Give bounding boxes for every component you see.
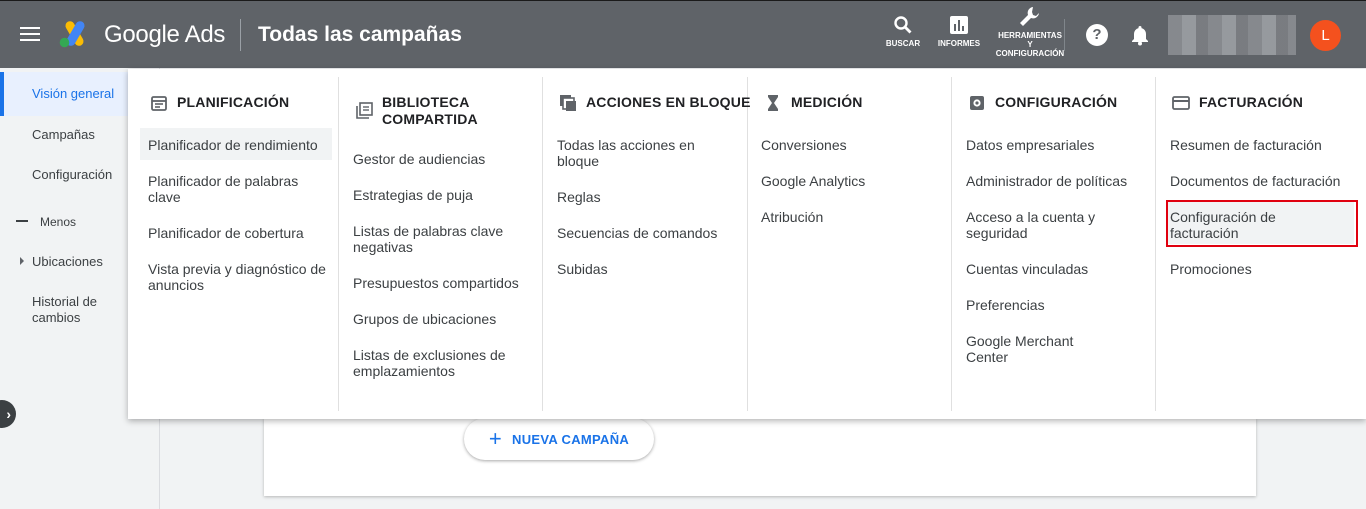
menu-item-preferencias[interactable]: Preferencias xyxy=(966,297,1146,313)
heading-label: BIBLIOTECA COMPARTIDA xyxy=(382,94,478,127)
collapse-minus-icon xyxy=(16,220,28,222)
tools-label-line2: Y xyxy=(1027,40,1033,49)
menu-item-planificador-cobertura[interactable]: Planificador de cobertura xyxy=(148,225,333,241)
plus-icon: + xyxy=(488,426,503,451)
menu-item-todas-acciones[interactable]: Todas las acciones en bloque xyxy=(557,137,732,169)
calendar-icon xyxy=(151,96,167,111)
menu-item-listas-negativas[interactable]: Listas de palabras clave negativas xyxy=(353,223,523,255)
menu-item-conversiones[interactable]: Conversiones xyxy=(761,137,941,153)
page-title: Todas las campañas xyxy=(258,23,462,46)
menu-item-merchant-center[interactable]: Google Merchant Center xyxy=(966,333,1086,365)
menu-item-promociones[interactable]: Promociones xyxy=(1170,261,1350,277)
nav-item-configuracion[interactable]: Configuración xyxy=(32,167,112,183)
menu-item-planificador-palabras[interactable]: Planificador de palabras clave xyxy=(148,173,308,205)
new-campaign-button[interactable]: + NUEVA CAMPAÑA xyxy=(464,418,654,460)
user-avatar[interactable]: L xyxy=(1310,20,1341,51)
search-icon xyxy=(894,16,912,34)
heading-biblioteca: BIBLIOTECA COMPARTIDA xyxy=(355,94,502,128)
menu-item-administrador-politicas[interactable]: Administrador de políticas xyxy=(966,173,1151,189)
bulk-actions-icon xyxy=(560,95,576,111)
menu-item-google-analytics[interactable]: Google Analytics xyxy=(761,173,941,189)
menu-item-cuentas-vinculadas[interactable]: Cuentas vinculadas xyxy=(966,261,1146,277)
gear-icon xyxy=(970,96,984,110)
new-campaign-label: NUEVA CAMPAÑA xyxy=(512,431,630,447)
menu-item-resumen-facturacion[interactable]: Resumen de facturación xyxy=(1170,137,1355,153)
reports-button[interactable]: INFORMES xyxy=(936,15,982,48)
account-info-blurred[interactable] xyxy=(1168,15,1296,55)
selection-outline xyxy=(1166,200,1358,247)
heading-label: ACCIONES EN BLOQUE xyxy=(586,94,751,110)
heading-label: CONFIGURACIÓN xyxy=(995,94,1118,110)
nav-item-ubicaciones[interactable]: Ubicaciones xyxy=(32,254,103,270)
caret-right-icon[interactable] xyxy=(20,257,24,265)
google-ads-logo xyxy=(59,21,85,48)
tools-settings-button[interactable]: HERRAMIENTAS Y CONFIGURACIÓN xyxy=(994,5,1066,58)
notifications-bell-icon[interactable] xyxy=(1130,24,1150,46)
menu-item-gestor-audiencias[interactable]: Gestor de audiencias xyxy=(353,151,533,167)
tools-label-line1: HERRAMIENTAS xyxy=(998,31,1062,40)
heading-medicion: MEDICIÓN xyxy=(764,94,863,112)
menu-item-subidas[interactable]: Subidas xyxy=(557,261,732,277)
reports-label: INFORMES xyxy=(937,39,981,48)
library-icon xyxy=(356,102,373,119)
tools-label-line3: CONFIGURACIÓN xyxy=(995,49,1065,58)
menu-item-atribucion[interactable]: Atribución xyxy=(761,209,941,225)
content-card xyxy=(264,418,1256,496)
search-button[interactable]: BUSCAR xyxy=(884,15,922,48)
credit-card-icon xyxy=(1172,96,1190,110)
column-divider xyxy=(747,77,748,411)
menu-item-vista-previa[interactable]: Vista previa y diagnóstico de anuncios xyxy=(148,261,326,293)
brand-name: Google Ads xyxy=(104,21,226,48)
hamburger-menu-icon[interactable] xyxy=(20,23,42,45)
nav-item-menos[interactable]: Menos xyxy=(40,214,76,230)
menu-item-reglas[interactable]: Reglas xyxy=(557,189,732,205)
menu-item-exclusiones[interactable]: Listas de exclusiones de emplazamientos xyxy=(353,347,528,379)
expand-chevron-icon[interactable]: › xyxy=(0,400,16,428)
search-label: BUSCAR xyxy=(885,39,921,48)
nav-active-indicator xyxy=(0,72,4,116)
bar-chart-icon xyxy=(950,16,968,34)
menu-item-grupos-ubicaciones[interactable]: Grupos de ubicaciones xyxy=(353,311,533,327)
menu-item-acceso-cuenta[interactable]: Acceso a la cuenta y seguridad xyxy=(966,209,1116,241)
nav-item-vision-general[interactable]: Visión general xyxy=(32,86,114,102)
heading-label: FACTURACIÓN xyxy=(1199,94,1304,110)
menu-item-estrategias-puja[interactable]: Estrategias de puja xyxy=(353,187,533,203)
nav-item-historial[interactable]: Historial de cambios xyxy=(32,294,122,326)
nav-item-campanas[interactable]: Campañas xyxy=(32,127,95,143)
help-icon[interactable]: ? xyxy=(1086,24,1108,46)
heading-label: PLANIFICACIÓN xyxy=(177,94,290,110)
column-divider xyxy=(951,77,952,411)
menu-item-planificador-rendimiento[interactable]: Planificador de rendimiento xyxy=(148,137,333,153)
heading-planificacion: PLANIFICACIÓN xyxy=(150,94,289,112)
top-bar: Google Ads Todas las campañas BUSCAR INF… xyxy=(0,0,1366,68)
hourglass-icon xyxy=(768,95,778,111)
column-divider xyxy=(1155,77,1156,411)
wrench-icon xyxy=(1020,7,1039,26)
menu-item-datos-empresariales[interactable]: Datos empresariales xyxy=(966,137,1146,153)
heading-label: MEDICIÓN xyxy=(791,94,863,110)
heading-facturacion: FACTURACIÓN xyxy=(1172,94,1303,112)
column-divider xyxy=(338,77,339,411)
heading-acciones-bloque: ACCIONES EN BLOQUE xyxy=(559,94,751,112)
header-separator xyxy=(1064,19,1065,51)
menu-item-secuencias[interactable]: Secuencias de comandos xyxy=(557,225,737,241)
tools-settings-dropdown: PLANIFICACIÓN Planificador de rendimient… xyxy=(128,69,1366,419)
heading-configuracion: CONFIGURACIÓN xyxy=(968,94,1117,112)
menu-item-presupuestos[interactable]: Presupuestos compartidos xyxy=(353,275,538,291)
header-divider xyxy=(240,19,241,51)
column-divider xyxy=(542,77,543,411)
menu-item-documentos-facturacion[interactable]: Documentos de facturación xyxy=(1170,173,1360,189)
